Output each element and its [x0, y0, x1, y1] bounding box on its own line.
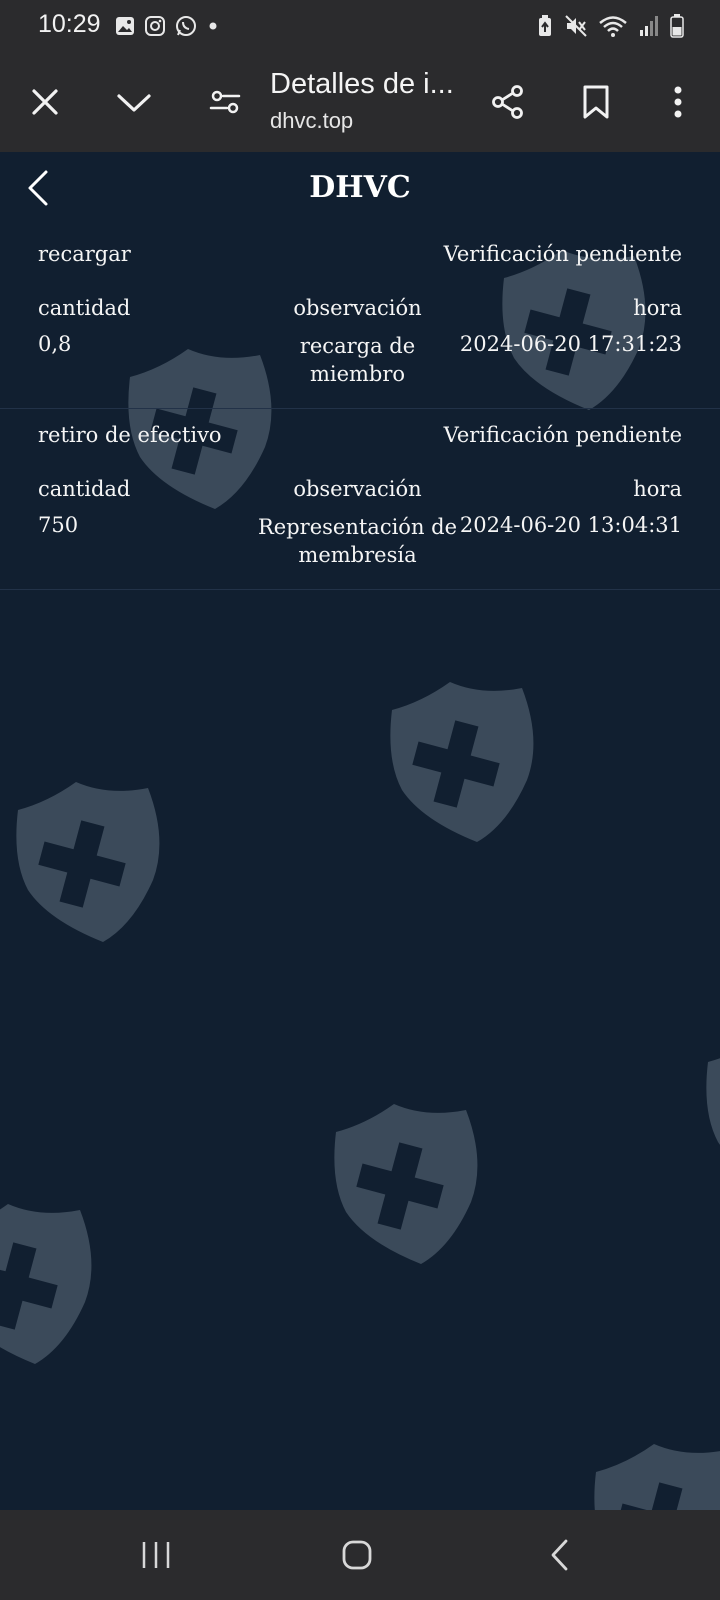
browser-toolbar: Detalles de i... dhvc.top	[0, 52, 720, 152]
browser-page-title[interactable]: Detalles de i...	[270, 68, 454, 101]
time-label: hora	[633, 477, 682, 501]
page-title: DHVC	[309, 170, 411, 205]
status-badge: Verificación pendiente	[443, 242, 682, 266]
transaction-type: recargar	[38, 242, 131, 266]
shield-watermark-icon	[594, 1444, 720, 1510]
transaction-record: recargar Verificación pendiente cantidad…	[0, 228, 720, 409]
back-icon	[551, 1539, 568, 1571]
close-button[interactable]	[21, 78, 69, 126]
status-badge: Verificación pendiente	[443, 423, 682, 447]
note-value: recarga de miembro	[299, 334, 416, 386]
whatsapp-icon	[176, 16, 196, 36]
more-icon	[674, 86, 682, 118]
note-label: observación	[293, 477, 422, 501]
close-icon	[32, 89, 58, 115]
instagram-icon	[145, 16, 165, 36]
shield-watermark-icon	[0, 1204, 92, 1364]
home-button[interactable]	[327, 1532, 387, 1578]
shield-watermark-icon	[334, 1104, 478, 1264]
time-value: 2024-06-20 13:04:31	[459, 513, 682, 537]
amount-label: cantidad	[38, 296, 131, 320]
battery-icon	[670, 14, 684, 38]
system-icons	[536, 14, 684, 38]
amount-value: 750	[38, 513, 79, 537]
mute-icon	[565, 15, 587, 37]
dot-icon	[209, 22, 217, 30]
time-value: 2024-06-20 17:31:23	[459, 332, 682, 356]
time-label: hora	[633, 296, 682, 320]
navigation-bar	[0, 1510, 720, 1600]
page-settings-icon	[209, 90, 241, 114]
share-icon	[492, 85, 523, 119]
status-bar: 10:29	[0, 0, 720, 52]
bookmark-icon	[583, 85, 609, 119]
status-time: 10:29	[38, 10, 101, 38]
recent-apps-icon	[142, 1542, 170, 1568]
web-content: DHVC recargar Verificación pendiente can…	[0, 152, 720, 1510]
note-value: Representación de membresía	[257, 515, 458, 567]
home-icon	[342, 1540, 372, 1570]
shield-watermark-icon	[706, 1058, 720, 1145]
amount-value: 0,8	[38, 332, 72, 356]
wifi-icon	[599, 16, 627, 37]
chevron-down-icon	[117, 94, 151, 112]
transaction-record: retiro de efectivo Verificación pendient…	[0, 409, 720, 590]
battery-saver-icon	[539, 15, 551, 36]
bookmark-button[interactable]	[572, 78, 620, 126]
signal-icon	[640, 16, 658, 36]
gallery-icon	[116, 17, 134, 35]
notification-icons	[114, 14, 220, 38]
system-back-button[interactable]	[530, 1532, 590, 1578]
amount-label: cantidad	[38, 477, 131, 501]
page-header: DHVC	[0, 152, 720, 228]
recent-apps-button[interactable]	[126, 1532, 186, 1578]
shield-watermark-icon	[390, 682, 534, 842]
share-button[interactable]	[484, 78, 532, 126]
shield-watermark-icon	[16, 782, 160, 942]
collapse-button[interactable]	[110, 78, 158, 126]
more-options-button[interactable]	[654, 78, 702, 126]
page-settings-button[interactable]	[201, 78, 249, 126]
note-label: observación	[293, 296, 422, 320]
browser-url[interactable]: dhvc.top	[270, 108, 353, 134]
transaction-type: retiro de efectivo	[38, 423, 222, 447]
